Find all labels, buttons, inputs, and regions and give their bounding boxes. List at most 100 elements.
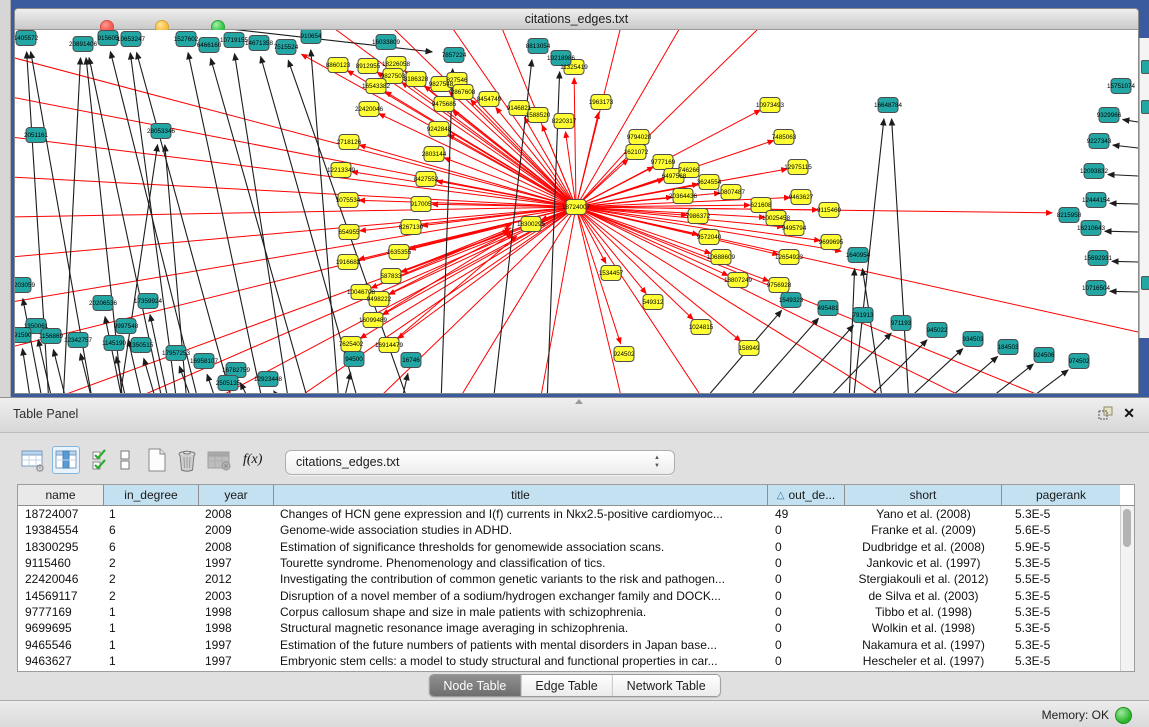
graph-node-label: 20364436 [669, 193, 698, 200]
citation-edge[interactable] [1112, 261, 1138, 262]
citation-edge[interactable] [1110, 291, 1138, 292]
column-header-year[interactable]: year [199, 485, 274, 505]
cell-in_degree: 1 [104, 605, 199, 619]
citation-edge[interactable] [1123, 120, 1138, 122]
new-file-icon[interactable] [144, 447, 168, 473]
citation-edge[interactable] [144, 359, 157, 393]
citation-network-graph[interactable]: 1872400718300295886012389129551822605898… [15, 30, 1138, 393]
function-builder-icon[interactable]: f(x) [243, 447, 262, 473]
citation-edge[interactable] [274, 391, 283, 393]
table-row[interactable]: 977716911998Corpus callosum shape and si… [18, 604, 1134, 620]
table-row[interactable]: 1830029562008Estimation of significance … [18, 539, 1134, 555]
cell-pagerank: 5.3E-5 [1002, 621, 1120, 635]
citation-edge[interactable] [23, 349, 31, 393]
table-row[interactable]: 946362711997Embryonic stem cells: a mode… [18, 653, 1134, 669]
graph-node-label: 7857224 [442, 52, 467, 59]
table-row[interactable]: 911546021997Tourette syndrome. Phenomeno… [18, 555, 1134, 571]
network-canvas[interactable]: 1872400718300295886012389129551822605898… [15, 30, 1138, 393]
citation-edge[interactable] [863, 340, 927, 393]
table-row[interactable]: 1456911722003Disruption of a novel membe… [18, 587, 1134, 603]
graph-node-label: 915605 [97, 35, 119, 42]
citation-edge-selected[interactable] [377, 72, 576, 207]
citation-edge[interactable] [1108, 174, 1138, 176]
cell-pagerank: 5.6E-5 [1002, 523, 1120, 537]
citation-edge[interactable] [1113, 145, 1138, 148]
float-window-icon[interactable] [1098, 406, 1113, 420]
citation-edge-selected[interactable] [576, 207, 961, 393]
tab-network-table[interactable]: Network Table [613, 675, 720, 696]
citation-edge-selected[interactable] [15, 207, 576, 302]
graph-node-label: 791913 [852, 312, 874, 319]
select-all-icon[interactable] [91, 447, 111, 473]
cell-short: Tibbo et al. (1998) [845, 605, 1002, 619]
cell-name: 9115460 [18, 556, 104, 570]
graph-node-label: 16033809 [372, 39, 401, 46]
delete-trash-icon[interactable] [174, 447, 200, 473]
graph-node-label: 1549323 [779, 297, 804, 304]
clear-selection-icon[interactable] [119, 447, 131, 473]
graph-node-label: 6466160 [197, 42, 222, 49]
table-row[interactable]: 946554611997Estimation of the future num… [18, 636, 1134, 652]
citation-edge-selected[interactable] [574, 78, 576, 207]
table-selector-dropdown[interactable]: citations_edges.txt ▲▼ [285, 450, 675, 475]
tab-node-table[interactable]: Node Table [429, 675, 521, 696]
citation-edge[interactable] [119, 145, 158, 393]
citation-edge-selected[interactable] [576, 113, 598, 207]
cell-in_degree: 1 [104, 621, 199, 635]
network-window-titlebar[interactable]: citations_edges.txt [15, 9, 1138, 30]
citation-edge[interactable] [441, 69, 453, 393]
memory-ok-indicator-icon[interactable] [1115, 707, 1132, 724]
select-column-icon[interactable] [52, 446, 80, 474]
citation-edge[interactable] [311, 50, 339, 393]
status-bar: Memory: OK [0, 700, 1149, 727]
column-header-short[interactable]: short [845, 485, 1002, 505]
graph-node-label: 18724007 [562, 204, 591, 211]
graph-node-label: 9777169 [651, 159, 676, 166]
citation-edge-selected[interactable] [15, 137, 576, 207]
citation-edge[interactable] [1105, 231, 1138, 232]
citation-edge[interactable] [1110, 203, 1138, 204]
cell-in_degree: 2 [104, 572, 199, 586]
citation-edge[interactable] [1023, 370, 1068, 393]
table-vertical-scrollbar[interactable] [1120, 506, 1134, 671]
table-row[interactable]: 969969511998Structural magnetic resonanc… [18, 620, 1134, 636]
scrollbar-thumb[interactable] [1123, 509, 1131, 547]
column-header-pagerank[interactable]: pagerank [1002, 485, 1120, 505]
column-header-title[interactable]: title [274, 485, 768, 505]
citation-edge[interactable] [188, 53, 263, 393]
citation-edge-selected[interactable] [221, 207, 576, 393]
table-row[interactable]: 2242004622012Investigating the contribut… [18, 571, 1134, 587]
citation-edge-selected[interactable] [15, 207, 576, 257]
cell-short: Jankovic et al. (1997) [845, 556, 1002, 570]
citation-edge[interactable] [235, 54, 289, 393]
column-header-in_degree[interactable]: in_degree [104, 485, 199, 505]
graph-node-label: 1350061 [24, 323, 49, 330]
tab-edge-table[interactable]: Edge Table [521, 675, 612, 696]
network-window: citations_edges.txt 18724007183002958860… [14, 8, 1139, 394]
citation-edge[interactable] [892, 119, 909, 393]
table-settings-icon[interactable]: ⚙ [20, 447, 46, 473]
splitter-handle-icon[interactable] [575, 399, 583, 404]
cell-name: 9777169 [18, 605, 104, 619]
cell-in_degree: 1 [104, 638, 199, 652]
citation-edge-selected[interactable] [15, 97, 576, 207]
citation-edge-selected[interactable] [15, 207, 576, 217]
cell-pagerank: 5.3E-5 [1002, 638, 1120, 652]
graph-node-label: 11325419 [560, 64, 588, 71]
citation-edge[interactable] [343, 373, 351, 393]
citation-edge[interactable] [80, 354, 93, 393]
background-window-sliver [1139, 38, 1149, 338]
graph-node-label: 10973493 [756, 102, 785, 109]
graph-node-label: 2051161 [24, 132, 49, 139]
citation-edge[interactable] [983, 364, 1033, 393]
table-row[interactable]: 1938455462009Genome-wide association stu… [18, 522, 1134, 538]
graph-node-label: 2718126 [337, 139, 362, 146]
graph-node-label: 9827503 [381, 73, 406, 80]
cell-short: Stergiakouli et al. (2012) [845, 572, 1002, 586]
table-row[interactable]: 1872400712008Changes of HCN gene express… [18, 506, 1134, 522]
column-header-out_de[interactable]: △out_de... [768, 485, 845, 505]
cell-pagerank: 5.3E-5 [1002, 654, 1120, 668]
cell-in_degree: 2 [104, 556, 199, 570]
close-panel-icon[interactable]: ✕ [1123, 406, 1135, 420]
column-header-name[interactable]: name [18, 485, 104, 505]
